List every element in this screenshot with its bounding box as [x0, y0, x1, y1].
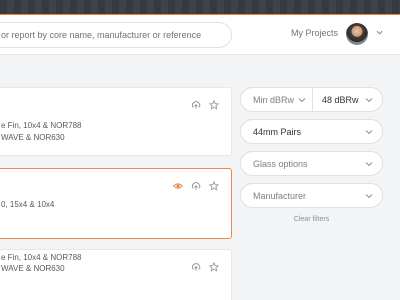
- top-bar: [0, 0, 400, 14]
- glass-options-label: Glass options: [253, 159, 308, 169]
- search-input[interactable]: [0, 23, 231, 47]
- min-dbrw-select[interactable]: Min dBRw: [241, 88, 312, 111]
- upload-icon[interactable]: [191, 181, 201, 191]
- card-actions: [173, 181, 219, 191]
- result-card[interactable]: e Fin, 10x4 & NOR788 WAVE & NOR630: [0, 87, 232, 156]
- star-icon[interactable]: [209, 262, 219, 272]
- star-icon[interactable]: [209, 100, 219, 110]
- my-projects-link[interactable]: My Projects: [291, 28, 338, 38]
- dbrw-value: 48 dBRw: [322, 95, 359, 105]
- db-rating-filter: Min dBRw 48 dBRw: [240, 87, 383, 112]
- card-actions: [191, 262, 219, 272]
- avatar[interactable]: [346, 23, 368, 45]
- manufacturer-label: Manufacturer: [253, 191, 307, 201]
- card-description: WAVE & NOR630: [1, 264, 65, 273]
- min-dbrw-label: Min dBRw: [253, 95, 295, 105]
- header: My Projects: [0, 15, 400, 55]
- star-icon[interactable]: [209, 181, 219, 191]
- result-card[interactable]: e Fin, 10x4 & NOR788 WAVE & NOR630: [0, 249, 232, 300]
- card-description: WAVE & NOR630: [1, 133, 65, 142]
- chevron-down-icon[interactable]: [376, 29, 383, 36]
- pairs-select[interactable]: 44mm Pairs: [240, 119, 383, 144]
- dbrw-value-select[interactable]: 48 dBRw: [313, 88, 382, 111]
- upload-icon[interactable]: [191, 262, 201, 272]
- chevron-down-icon: [365, 130, 373, 135]
- result-card-selected[interactable]: 0, 15x4 & 10x4: [0, 168, 232, 239]
- card-actions: [191, 100, 219, 110]
- clear-filters-link[interactable]: Clear filters: [240, 216, 383, 223]
- pairs-value: 44mm Pairs: [253, 127, 302, 137]
- search-box[interactable]: [0, 22, 232, 48]
- chevron-down-icon: [365, 162, 373, 167]
- card-description: e Fin, 10x4 & NOR788: [1, 121, 82, 130]
- eye-icon[interactable]: [173, 181, 183, 191]
- chevron-down-icon: [298, 98, 306, 103]
- upload-icon[interactable]: [191, 100, 201, 110]
- card-description: 0, 15x4 & 10x4: [1, 200, 55, 209]
- card-description: e Fin, 10x4 & NOR788: [1, 253, 82, 262]
- manufacturer-select[interactable]: Manufacturer: [240, 183, 383, 208]
- glass-options-select[interactable]: Glass options: [240, 151, 383, 176]
- chevron-down-icon: [365, 98, 373, 103]
- chevron-down-icon: [365, 194, 373, 199]
